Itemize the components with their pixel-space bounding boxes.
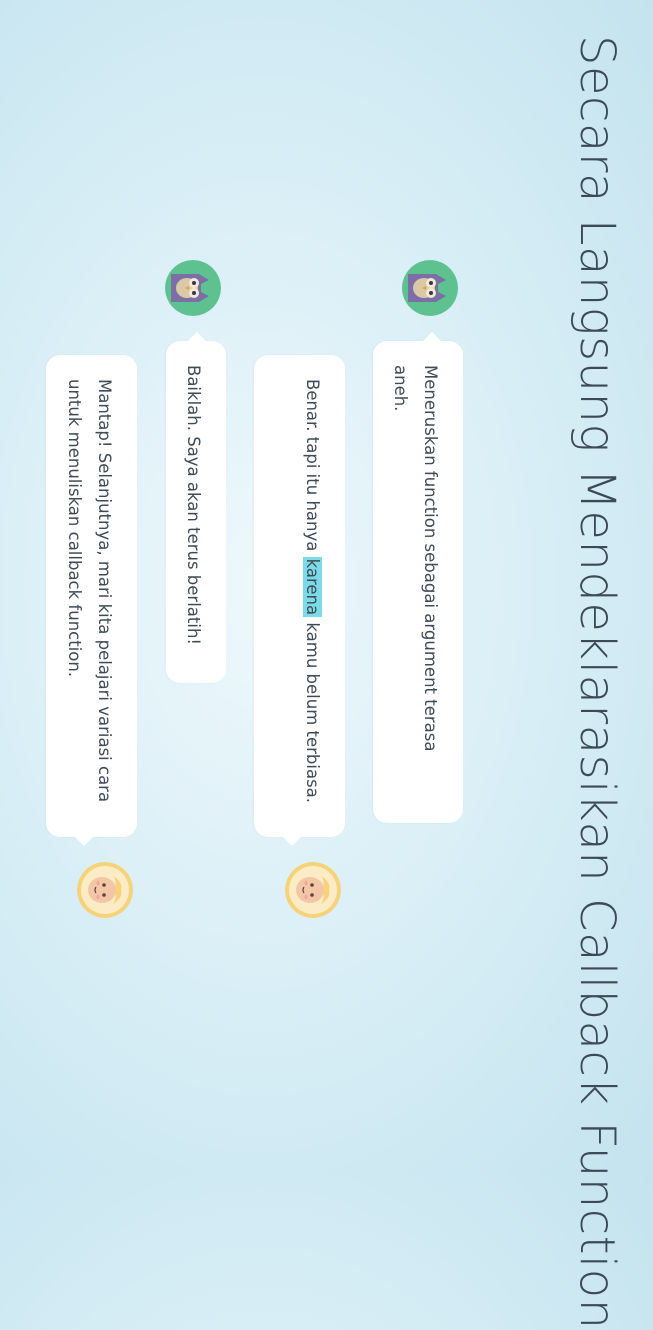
- sheep-avatar-icon: [285, 862, 341, 918]
- message-text: Meneruskan function sebagai argument ter…: [391, 365, 440, 752]
- highlighted-word: karena: [303, 556, 322, 618]
- page-title: Secara Langsung Mendeklarasikan Callback…: [569, 35, 625, 1330]
- sheep-avatar-icon: [77, 862, 133, 918]
- bubble-tail: [283, 837, 301, 846]
- owl-avatar-icon: [402, 260, 458, 316]
- bubble-tail: [188, 332, 206, 341]
- owl-avatar-icon: [165, 260, 221, 316]
- message-text-part: Benar. tapi itu hanya: [303, 379, 322, 557]
- bubble-tail: [423, 332, 441, 341]
- message-text: Mantap! Selanjutnya, mari kita pelajari …: [65, 379, 114, 803]
- message-text-part: kamu belum terbiasa.: [303, 617, 322, 804]
- message-text: Baiklah. Saya akan terus berlatih!: [184, 365, 203, 646]
- message-bubble: Benar. tapi itu hanya karena kamu belum …: [254, 355, 345, 846]
- message-bubble: Meneruskan function sebagai argument ter…: [373, 332, 463, 823]
- message-bubble: Mantap! Selanjutnya, mari kita pelajari …: [46, 355, 137, 846]
- chat-stage: Secara Langsung Mendeklarasikan Callback…: [0, 0, 653, 1330]
- bubble-tail: [75, 837, 93, 846]
- message-bubble: Baiklah. Saya akan terus berlatih!: [166, 332, 226, 683]
